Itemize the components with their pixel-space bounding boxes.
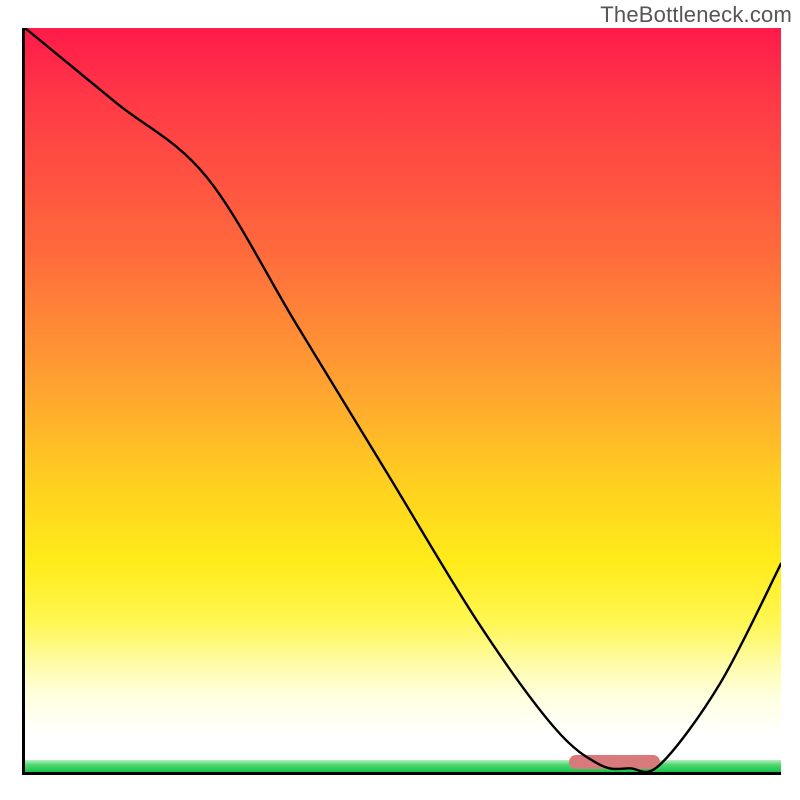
plot-area (22, 28, 781, 775)
bottleneck-curve (25, 28, 781, 772)
watermark-text: TheBottleneck.com (600, 2, 792, 28)
chart-frame: TheBottleneck.com (0, 0, 800, 800)
